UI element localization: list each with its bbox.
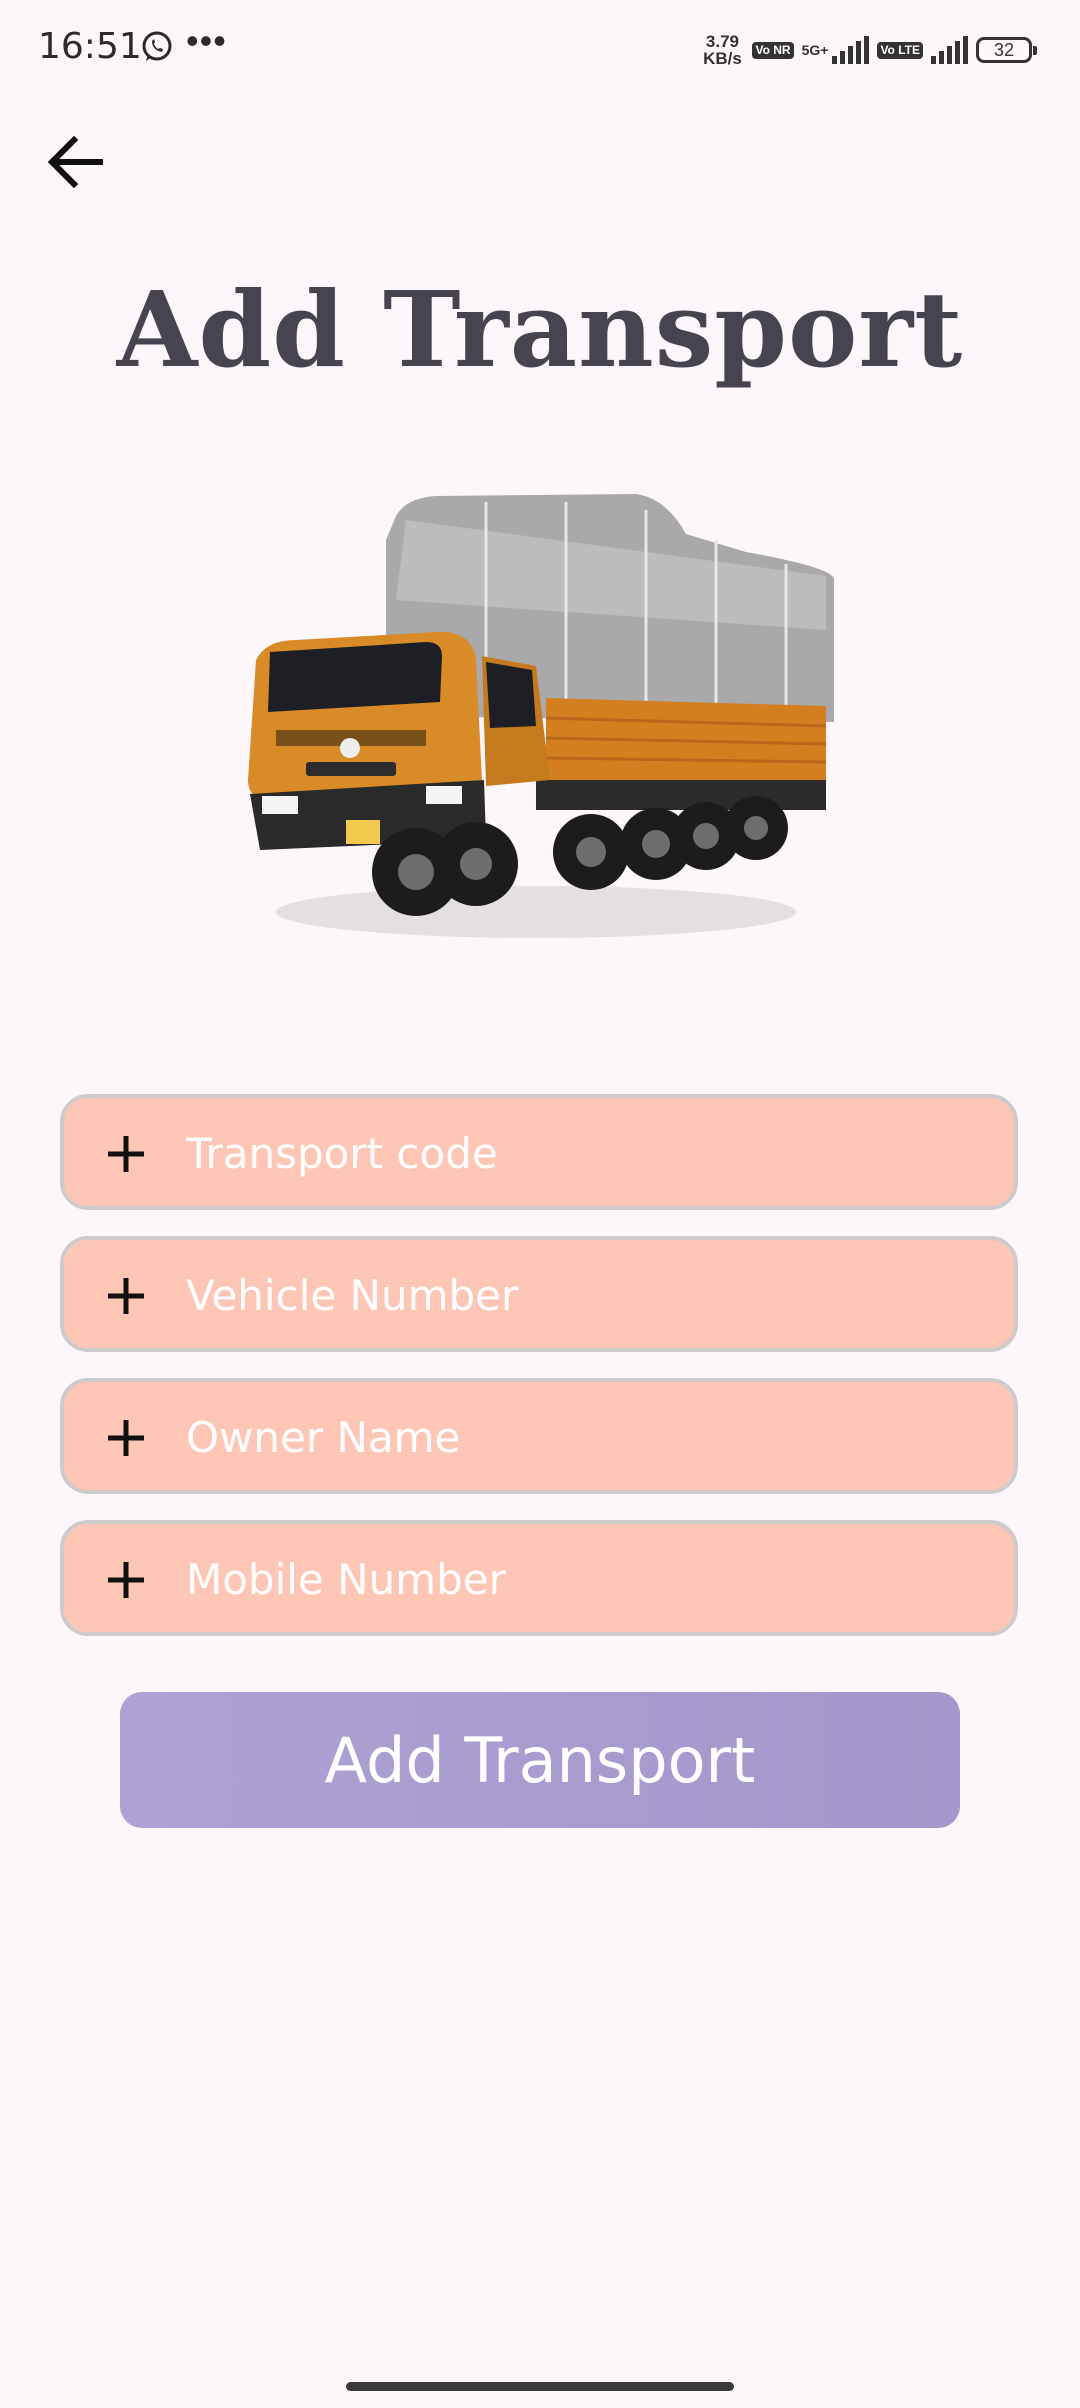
mobile-number-field[interactable] — [60, 1520, 1018, 1636]
owner-name-field[interactable] — [60, 1378, 1018, 1494]
status-icons: 3.79 KB/s Vo NR 5G+ Vo LTE 32 — [700, 30, 1037, 70]
signal-icon-2 — [931, 36, 968, 64]
more-notifications-icon: ••• — [186, 20, 227, 61]
owner-name-input[interactable] — [184, 1400, 988, 1474]
network-type: 5G+ — [801, 42, 829, 58]
gesture-nav-handle[interactable] — [346, 2382, 734, 2391]
battery-icon: 32 — [976, 37, 1037, 63]
plus-icon — [108, 1562, 144, 1598]
network-speed: 3.79 KB/s — [700, 33, 744, 67]
add-transport-button[interactable]: Add Transport — [120, 1692, 960, 1828]
back-arrow-icon[interactable] — [40, 126, 112, 198]
truck-image — [248, 494, 835, 938]
volte-badge: Vo LTE — [877, 41, 923, 59]
plus-icon — [108, 1136, 144, 1172]
plus-icon — [108, 1278, 144, 1314]
speed-unit: KB/s — [703, 49, 742, 68]
transport-code-input[interactable] — [184, 1116, 988, 1190]
status-time: 16:51 — [38, 26, 142, 67]
vonr-badge: Vo NR — [752, 41, 794, 59]
vehicle-number-input[interactable] — [184, 1258, 988, 1332]
speed-value: 3.79 — [705, 32, 740, 51]
whatsapp-icon — [142, 31, 172, 61]
battery-level: 32 — [993, 40, 1015, 60]
page-title: Add Transport — [116, 268, 964, 391]
plus-icon — [108, 1420, 144, 1456]
signal-icon — [832, 36, 870, 64]
status-bar: 16:51 ••• 3.79 KB/s Vo NR 5G+ Vo LTE 32 — [0, 0, 1080, 100]
transport-code-field[interactable] — [60, 1094, 1018, 1210]
mobile-number-input[interactable] — [184, 1542, 988, 1616]
vehicle-number-field[interactable] — [60, 1236, 1018, 1352]
